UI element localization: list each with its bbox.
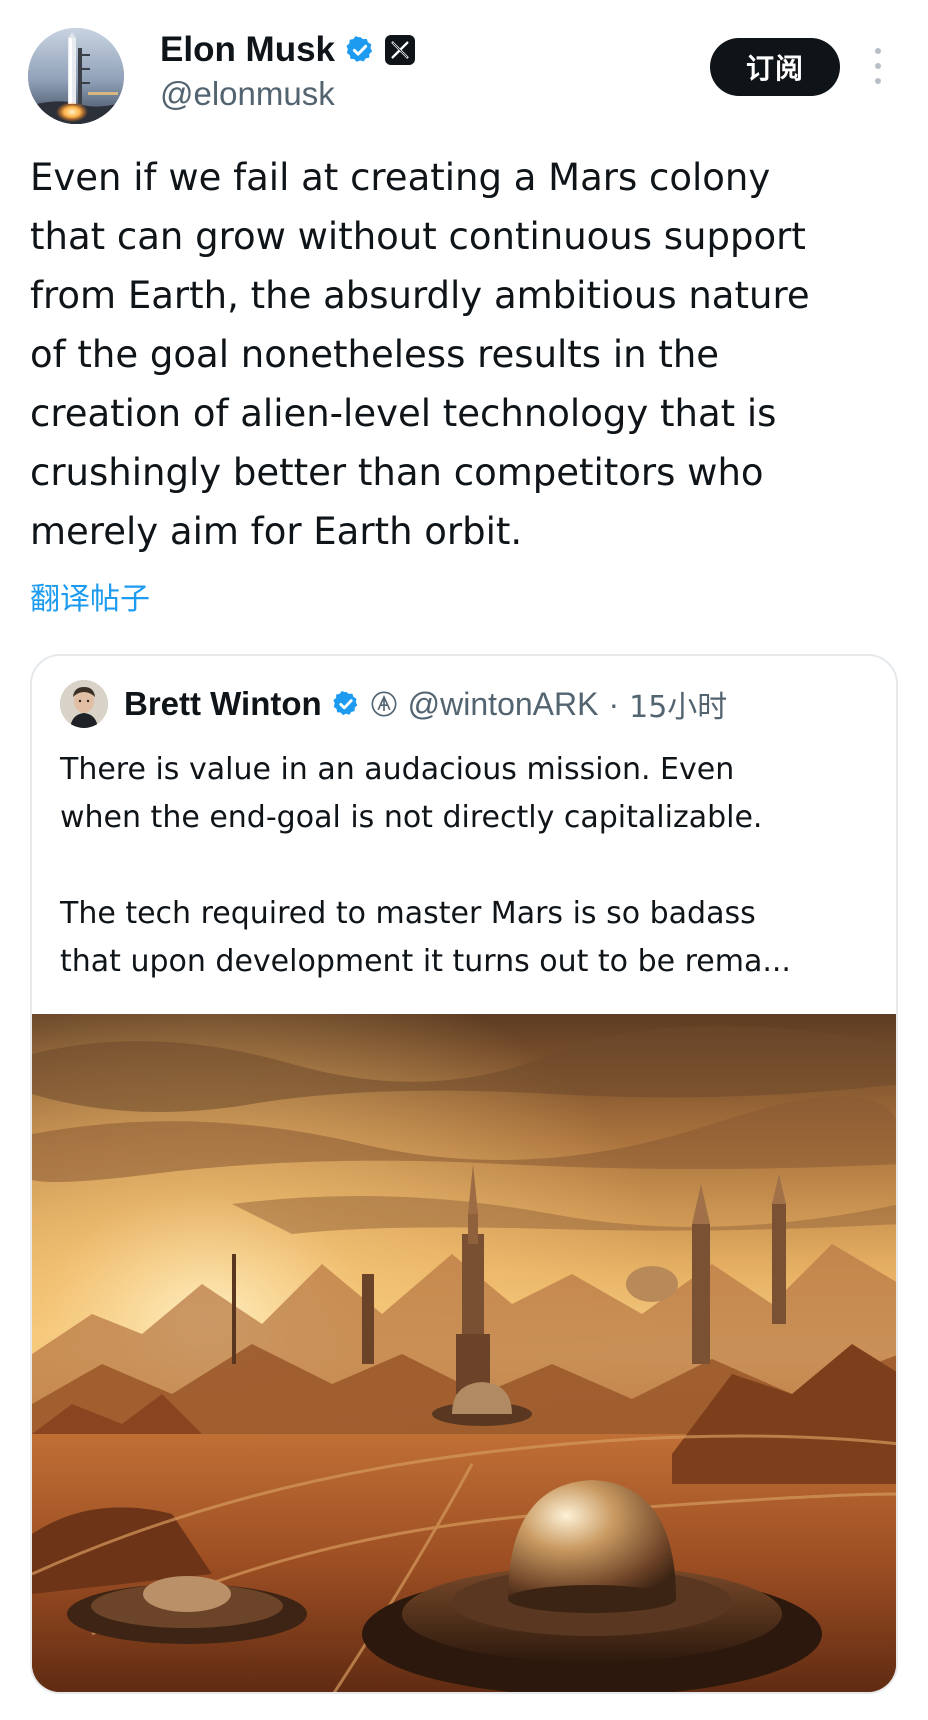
tweet-detail-screen: Elon Musk @elonmusk 订阅 Even if we fail a… bbox=[0, 0, 928, 1720]
more-dot bbox=[875, 48, 881, 54]
quoted-tweet-paragraph: There is value in an audacious mission. … bbox=[60, 752, 763, 835]
more-vertical-icon[interactable] bbox=[866, 44, 890, 88]
author-name-line: Elon Musk bbox=[160, 30, 416, 70]
x-logo-icon bbox=[385, 35, 416, 65]
more-dot bbox=[875, 63, 881, 69]
meta-separator: · bbox=[608, 685, 620, 722]
quoted-author-display-name[interactable]: Brett Winton bbox=[124, 685, 322, 723]
quoted-tweet-card[interactable]: Brett Winton @wintonARK · 15小时 There is … bbox=[30, 654, 898, 1694]
quoted-tweet-text: There is value in an audacious mission. … bbox=[60, 746, 880, 986]
portrait-avatar-image bbox=[60, 680, 108, 728]
rocket-launch-avatar-image bbox=[28, 28, 124, 124]
quoted-author-avatar[interactable] bbox=[60, 680, 108, 728]
author-handle[interactable]: @elonmusk bbox=[160, 75, 335, 113]
tweet-body-text: Even if we fail at creating a Mars colon… bbox=[30, 156, 810, 553]
author-display-name[interactable]: Elon Musk bbox=[160, 30, 335, 70]
translate-post-link[interactable]: 翻译帖子 bbox=[30, 574, 150, 618]
quoted-tweet-header: Brett Winton @wintonARK · 15小时 bbox=[60, 678, 727, 730]
verified-badge-icon bbox=[332, 690, 360, 718]
mars-colony-image[interactable] bbox=[32, 1014, 896, 1692]
quoted-tweet-paragraph: The tech required to master Mars is so b… bbox=[60, 896, 791, 979]
quoted-author-handle[interactable]: @wintonARK bbox=[408, 686, 599, 723]
subscribe-button[interactable]: 订阅 bbox=[710, 38, 840, 96]
verified-badge-icon bbox=[345, 35, 375, 65]
more-dot bbox=[875, 78, 881, 84]
quoted-tweet-time[interactable]: 15小时 bbox=[629, 682, 727, 726]
tweet-header: Elon Musk @elonmusk 订阅 bbox=[0, 0, 928, 140]
author-avatar[interactable] bbox=[28, 28, 124, 124]
mars-colony-illustration bbox=[32, 1014, 896, 1692]
ark-logo-icon bbox=[370, 690, 398, 718]
